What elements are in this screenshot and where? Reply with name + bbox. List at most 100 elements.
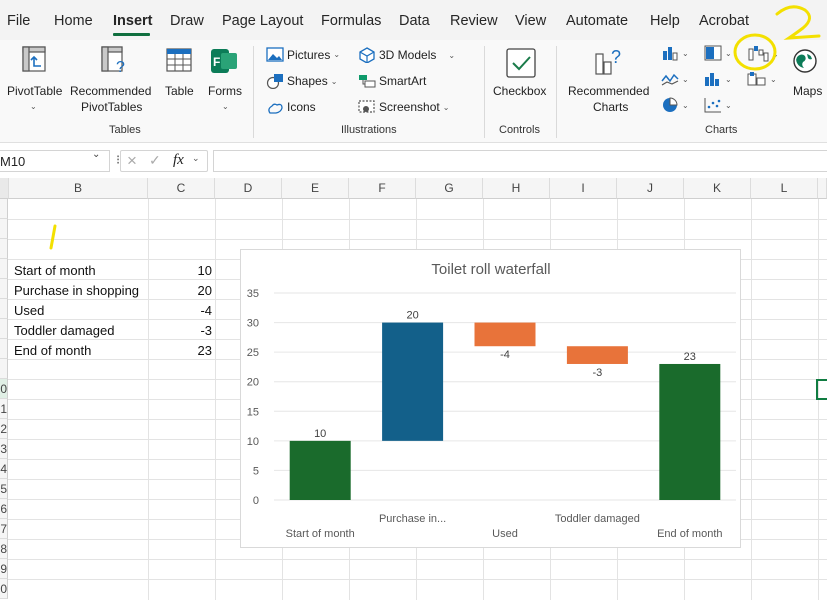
chevron-down-icon: ⌄: [222, 102, 229, 111]
smartart-icon: [359, 75, 376, 88]
recommended-pivottables-icon: ?: [101, 46, 125, 74]
column-header[interactable]: I: [550, 178, 617, 199]
column-header[interactable]: E: [282, 178, 349, 199]
waterfall-chart[interactable]: Toilet roll waterfall 0 5 10 15 20 25 30 35 10 Sta…: [240, 249, 741, 548]
y-tick-label: 30: [247, 318, 259, 330]
tab-view[interactable]: View: [515, 13, 546, 29]
cell-value[interactable]: 10: [152, 263, 212, 278]
statistic-chart-button[interactable]: ⌄: [704, 71, 732, 87]
column-header[interactable]: J: [617, 178, 684, 199]
smartart-button[interactable]: SmartArt: [358, 73, 426, 89]
row-header[interactable]: [0, 239, 8, 259]
cell-label[interactable]: Purchase in shopping: [14, 283, 139, 298]
shapes-button[interactable]: Shapes ⌄: [266, 73, 337, 89]
row-header[interactable]: [0, 319, 8, 339]
recommended-pivottables-label-1: Recommended: [70, 84, 152, 98]
table-label: Table: [165, 84, 194, 98]
row-header[interactable]: [0, 199, 8, 219]
tab-acrobat[interactable]: Acrobat: [699, 13, 749, 29]
icons-button[interactable]: Icons: [266, 99, 316, 115]
column-header[interactable]: D: [215, 178, 282, 199]
row-header[interactable]: 1: [0, 399, 8, 419]
waterfall-chart-icon: [748, 46, 769, 62]
pie-chart-button[interactable]: ⌄: [661, 97, 689, 113]
y-tick-label: 0: [253, 495, 259, 507]
column-header[interactable]: B: [9, 178, 148, 199]
cell-value[interactable]: 23: [152, 343, 212, 358]
column-header[interactable]: G: [416, 178, 483, 199]
row-header[interactable]: [0, 259, 8, 279]
hierarchy-chart-button[interactable]: ⌄: [704, 45, 732, 61]
cell-label[interactable]: Used: [14, 303, 44, 318]
column-chart-button[interactable]: ⌄: [661, 45, 689, 61]
column-header[interactable]: F: [349, 178, 416, 199]
table-button[interactable]: Table: [162, 44, 198, 122]
svg-text:?: ?: [116, 59, 125, 74]
y-tick-label: 20: [247, 377, 259, 389]
3d-models-button[interactable]: 3D Models ⌄: [358, 47, 455, 63]
smartart-label: SmartArt: [379, 74, 427, 88]
insert-function-button[interactable]: fx: [173, 152, 184, 169]
screenshot-button[interactable]: Screenshot ⌄: [358, 99, 449, 115]
row-header[interactable]: [0, 359, 8, 379]
row-header[interactable]: 0: [0, 579, 8, 599]
row-header[interactable]: 4: [0, 459, 8, 479]
row-header[interactable]: [0, 279, 8, 299]
tab-home[interactable]: Home: [54, 13, 93, 29]
column-header[interactable]: H: [483, 178, 550, 199]
row-header[interactable]: 7: [0, 519, 8, 539]
column-header[interactable]: C: [148, 178, 215, 199]
tab-insert[interactable]: Insert: [113, 13, 153, 29]
row-header[interactable]: 8: [0, 539, 8, 559]
row-header[interactable]: [0, 299, 8, 319]
tab-data[interactable]: Data: [399, 13, 430, 29]
row-header[interactable]: [0, 219, 8, 239]
chevron-down-icon[interactable]: ⌄: [92, 149, 100, 160]
tab-page-layout[interactable]: Page Layout: [222, 13, 303, 29]
row-header[interactable]: [0, 339, 8, 359]
row-header[interactable]: 3: [0, 439, 8, 459]
line-chart-button[interactable]: ⌄: [661, 71, 689, 87]
checkbox-button[interactable]: Checkbox: [490, 44, 552, 122]
formula-input[interactable]: [213, 150, 827, 172]
column-header[interactable]: L: [751, 178, 818, 199]
row-header[interactable]: 2: [0, 419, 8, 439]
combo-chart-button[interactable]: ⌄: [747, 71, 777, 87]
cell-value[interactable]: 20: [152, 283, 212, 298]
chevron-down-icon: ⌄: [725, 74, 732, 84]
cell-value[interactable]: -3: [152, 323, 212, 338]
tab-draw[interactable]: Draw: [170, 13, 204, 29]
pictures-button[interactable]: Pictures ⌄: [266, 47, 340, 62]
select-all-corner[interactable]: [0, 178, 9, 199]
row-header[interactable]: 6: [0, 499, 8, 519]
data-label: 23: [684, 351, 696, 363]
group-label-charts: Charts: [705, 124, 738, 136]
recommended-pivottables-button[interactable]: ? Recommended PivotTables: [70, 44, 156, 122]
recommended-charts-button[interactable]: ? Recommended Charts: [562, 44, 656, 122]
maps-button[interactable]: Maps: [790, 44, 827, 122]
recommended-charts-label-1: Recommended: [568, 84, 650, 98]
column-header[interactable]: K: [684, 178, 751, 199]
tab-review[interactable]: Review: [450, 13, 498, 29]
active-cell-m10[interactable]: [816, 379, 827, 400]
scatter-chart-button[interactable]: ⌄: [704, 97, 732, 113]
pivottable-button[interactable]: PivotTable ⌄: [4, 44, 64, 122]
pie-chart-icon: [663, 97, 678, 112]
tab-help[interactable]: Help: [650, 13, 680, 29]
tab-formulas[interactable]: Formulas: [321, 13, 381, 29]
row-header[interactable]: 9: [0, 559, 8, 579]
cell-label[interactable]: End of month: [14, 343, 91, 358]
tab-automate[interactable]: Automate: [566, 13, 628, 29]
enter-icon[interactable]: ✓: [149, 152, 161, 169]
tab-file[interactable]: File: [7, 13, 30, 29]
cell-value[interactable]: -4: [152, 303, 212, 318]
forms-button[interactable]: F Forms ⌄: [205, 44, 245, 122]
chevron-down-icon: ⌄: [725, 100, 732, 110]
cell-label[interactable]: Start of month: [14, 263, 96, 278]
column-header[interactable]: [818, 178, 827, 199]
waterfall-chart-button[interactable]: ⌄: [747, 45, 779, 63]
row-header[interactable]: 5: [0, 479, 8, 499]
cell-label[interactable]: Toddler damaged: [14, 323, 114, 338]
row-header[interactable]: 0: [0, 379, 8, 399]
cancel-icon[interactable]: ×: [127, 151, 137, 171]
